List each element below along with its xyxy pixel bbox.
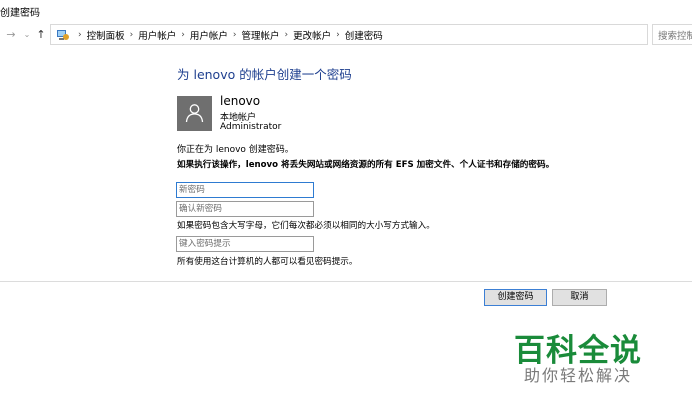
watermark-subtitle: 助你轻松解决 xyxy=(524,366,633,385)
recent-locations-chevron-icon[interactable]: ⌄ xyxy=(20,27,34,43)
breadcrumb-separator-icon: › xyxy=(129,29,134,40)
breadcrumb-create-password[interactable]: 创建密码 xyxy=(345,28,383,42)
breadcrumb-separator-icon: › xyxy=(181,29,185,40)
intro-text: 你正在为 lenovo 创建密码。 xyxy=(177,145,294,155)
account-role: Administrator xyxy=(220,122,282,132)
password-hint-field[interactable] xyxy=(176,236,314,252)
address-bar[interactable]: › 控制面板 › 用户帐户 › 用户帐户 › 管理帐户 › 更改帐户 › 创建密… xyxy=(50,24,692,45)
search-input[interactable]: 搜索控制面板 xyxy=(652,24,692,45)
breadcrumb-separator-icon: › xyxy=(78,29,82,40)
breadcrumb-user-accounts[interactable]: 用户帐户 xyxy=(138,28,176,42)
breadcrumb-separator-icon: › xyxy=(284,29,289,40)
breadcrumb-separator-icon: › xyxy=(336,29,340,40)
user-icon xyxy=(185,104,204,123)
breadcrumb: › 控制面板 › 用户帐户 › 用户帐户 › 管理帐户 › 更改帐户 › 创建密… xyxy=(73,25,383,44)
up-arrow-icon[interactable]: ↑ xyxy=(34,27,48,43)
back-arrow-icon[interactable]: → xyxy=(4,27,18,43)
breadcrumb-manage-accounts[interactable]: 管理帐户 xyxy=(241,28,279,42)
avatar xyxy=(177,96,212,131)
breadcrumb-control-panel[interactable]: 控制面板 xyxy=(87,28,125,42)
breadcrumb-user-accounts-2[interactable]: 用户帐户 xyxy=(190,28,228,42)
navigation-row: → ⌄ ↑ › 控制面板 › 用户帐户 › 用户帐户 › 管理帐户 › 更改帐户… xyxy=(0,24,692,46)
password-hint-input[interactable] xyxy=(177,237,313,251)
window-title: 创建密码 xyxy=(0,8,40,19)
confirm-password-field[interactable] xyxy=(176,201,314,217)
new-password-field[interactable] xyxy=(176,182,314,198)
control-panel-icon xyxy=(57,30,69,40)
case-sensitivity-note: 如果密码包含大写字母，它们每次都必须以相同的大小写方式输入。 xyxy=(177,221,435,231)
confirm-password-input[interactable] xyxy=(177,202,313,216)
create-password-button[interactable]: 创建密码 xyxy=(484,289,547,306)
title-bar: 创建密码 xyxy=(0,0,692,22)
warning-text: 如果执行该操作，lenovo 将丢失网站或网络资源的所有 EFS 加密文件、个人… xyxy=(177,160,555,170)
breadcrumb-separator-icon: › xyxy=(232,29,237,40)
hint-visibility-note: 所有使用这台计算机的人都可以看见密码提示。 xyxy=(177,257,358,267)
breadcrumb-change-account[interactable]: 更改帐户 xyxy=(293,28,331,42)
cancel-button[interactable]: 取消 xyxy=(552,289,607,306)
new-password-input[interactable] xyxy=(177,183,313,197)
account-name: lenovo xyxy=(220,94,261,108)
page-title: 为 lenovo 的帐户创建一个密码 xyxy=(177,67,352,82)
search-placeholder: 搜索控制面板 xyxy=(658,31,692,42)
divider xyxy=(0,281,692,282)
